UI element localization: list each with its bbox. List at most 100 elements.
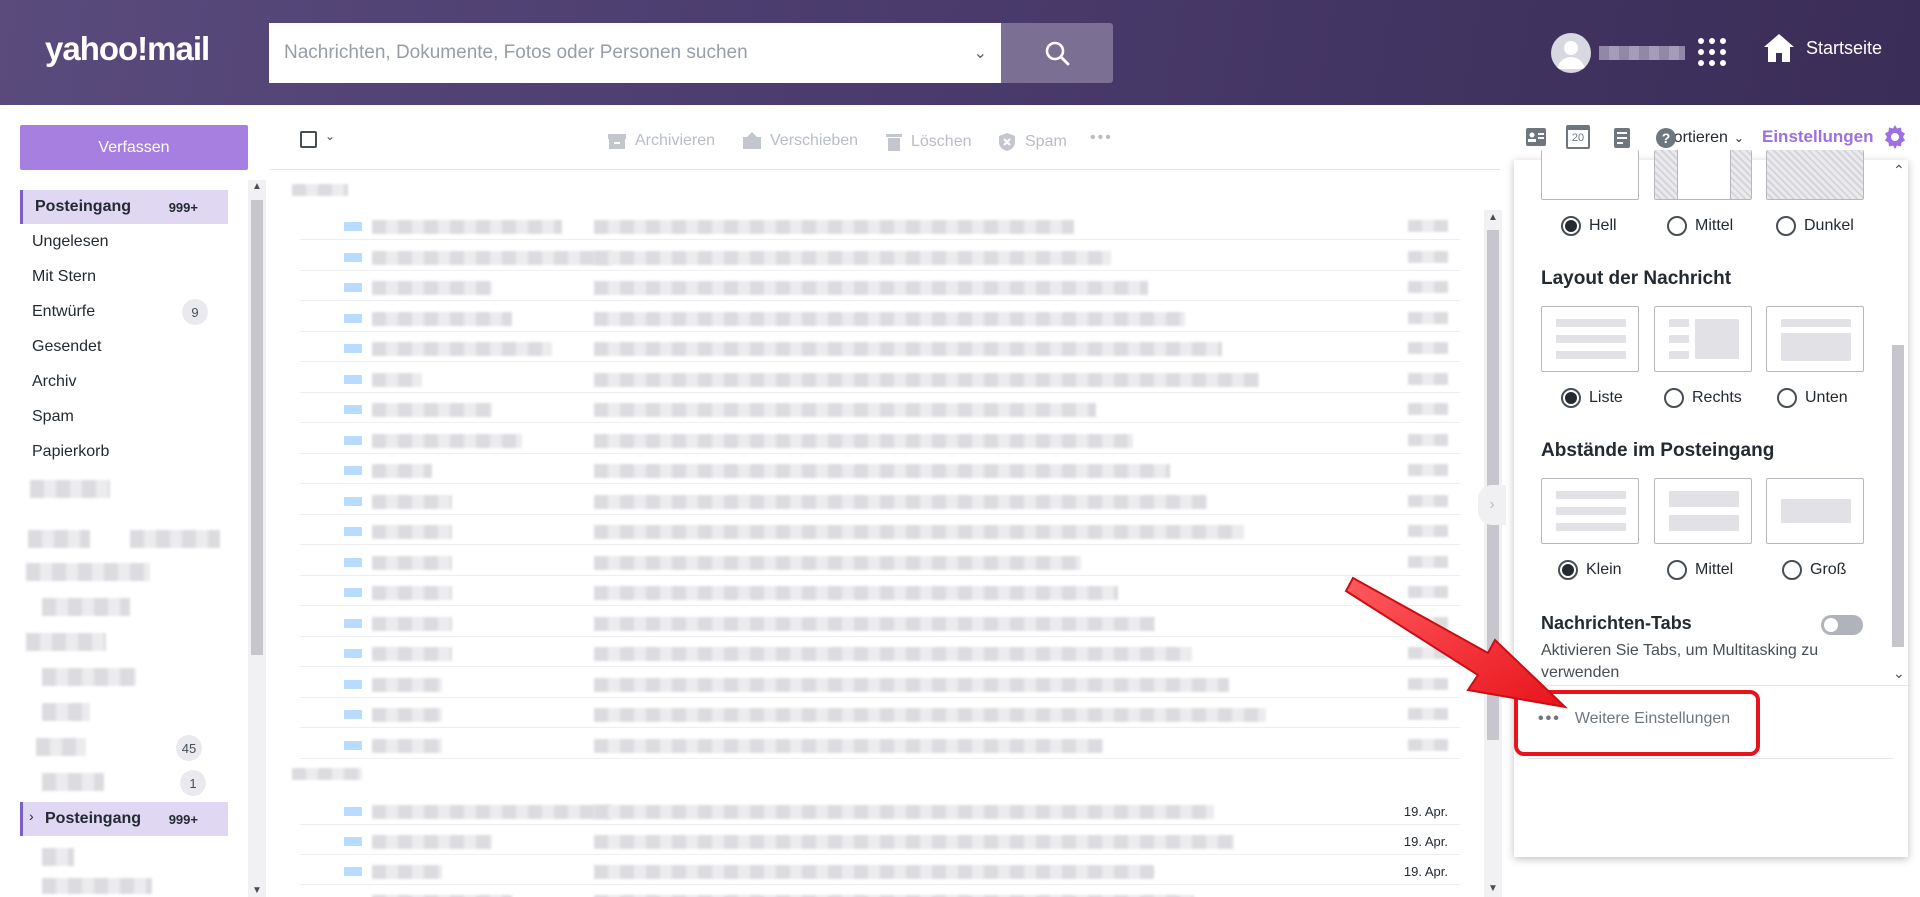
- blurred-folder[interactable]: [130, 530, 220, 548]
- table-row[interactable]: [300, 271, 1460, 301]
- theme-dark-radio[interactable]: Dunkel: [1776, 216, 1854, 236]
- table-row[interactable]: [300, 698, 1460, 728]
- spacing-small-radio[interactable]: Klein: [1558, 560, 1622, 580]
- search-input[interactable]: [269, 23, 949, 83]
- spacing-small-preview[interactable]: [1541, 478, 1639, 544]
- spacing-large-preview[interactable]: [1766, 478, 1864, 544]
- settings-scroll-up-icon[interactable]: ⌃: [1893, 162, 1905, 179]
- sidebar-scroll-thumb[interactable]: [251, 200, 263, 655]
- scroll-up-icon[interactable]: ▲: [252, 181, 262, 192]
- list-scroll-up-icon[interactable]: ▲: [1488, 212, 1498, 223]
- blurred-folder[interactable]: [42, 598, 130, 616]
- spam-button[interactable]: Spam: [997, 132, 1067, 152]
- compose-button[interactable]: Verfassen: [20, 125, 248, 170]
- scroll-down-icon[interactable]: ▼: [252, 885, 262, 896]
- theme-light-preview[interactable]: [1541, 150, 1639, 200]
- table-row[interactable]: [300, 637, 1460, 667]
- table-row[interactable]: [300, 210, 1460, 240]
- help-icon[interactable]: ?: [1655, 127, 1677, 149]
- folder-archive[interactable]: Archiv: [20, 365, 228, 399]
- folder-spam[interactable]: Spam: [20, 400, 228, 434]
- notepad-icon[interactable]: [1613, 127, 1631, 149]
- layout-list-radio[interactable]: Liste: [1561, 388, 1623, 408]
- expand-chevron-icon[interactable]: ›: [29, 808, 34, 824]
- yahoo-mail-logo[interactable]: yahoo!mail: [45, 30, 210, 68]
- blurred-folder[interactable]: [42, 773, 104, 791]
- table-row[interactable]: [300, 332, 1460, 362]
- tabs-toggle[interactable]: [1821, 615, 1863, 635]
- blurred-date-group-header: [292, 184, 348, 196]
- home-link[interactable]: Startseite: [1762, 32, 1882, 64]
- avatar[interactable]: [1551, 33, 1591, 73]
- blurred-folder[interactable]: [42, 668, 136, 686]
- blurred-folder[interactable]: [26, 563, 150, 581]
- folder-sent[interactable]: Gesendet: [20, 330, 228, 364]
- folder-drafts[interactable]: Entwürfe 9: [20, 295, 228, 329]
- folder-inbox[interactable]: Posteingang 999+: [20, 190, 228, 224]
- layout-right-radio[interactable]: Rechts: [1664, 388, 1742, 408]
- blurred-folder[interactable]: [36, 738, 86, 756]
- theme-dark-preview[interactable]: [1766, 150, 1864, 200]
- folder-unread[interactable]: Ungelesen: [20, 225, 228, 259]
- blurred-folder[interactable]: [42, 848, 74, 866]
- table-row[interactable]: 19. Apr.: [300, 795, 1460, 825]
- layout-bottom-radio[interactable]: Unten: [1777, 388, 1848, 408]
- folder-starred[interactable]: Mit Stern: [20, 260, 228, 294]
- table-row[interactable]: [300, 607, 1460, 637]
- apps-grid-icon[interactable]: [1696, 36, 1728, 68]
- theme-medium-preview[interactable]: [1654, 150, 1752, 200]
- table-row[interactable]: [300, 454, 1460, 484]
- blurred-folder[interactable]: [26, 633, 106, 651]
- theme-light-radio[interactable]: Hell: [1561, 216, 1617, 236]
- search-options-chevron-icon[interactable]: ⌄: [974, 43, 987, 63]
- table-row[interactable]: [300, 576, 1460, 606]
- select-menu-chevron-icon[interactable]: ⌄: [325, 129, 335, 143]
- user-icon: [1557, 41, 1585, 69]
- table-row[interactable]: [300, 363, 1460, 393]
- folder-inbox-secondary[interactable]: › Posteingang 999+: [20, 802, 228, 836]
- contacts-icon[interactable]: [1525, 127, 1547, 147]
- table-row[interactable]: [300, 885, 1460, 897]
- blurred-folder[interactable]: [42, 878, 152, 894]
- table-row[interactable]: [300, 546, 1460, 576]
- settings-scroll-down-icon[interactable]: ⌄: [1893, 665, 1905, 682]
- more-actions-button[interactable]: •••: [1090, 129, 1113, 147]
- blurred-folder[interactable]: [42, 703, 90, 721]
- move-button[interactable]: Verschieben: [742, 132, 858, 150]
- table-row[interactable]: 19. Apr.: [300, 825, 1460, 855]
- spacing-medium-radio[interactable]: Mittel: [1667, 560, 1733, 580]
- list-scroll-down-icon[interactable]: ▼: [1488, 883, 1498, 894]
- table-row[interactable]: [300, 485, 1460, 515]
- blurred-subject: [594, 311, 1185, 326]
- collapse-panel-chevron-icon[interactable]: ›: [1478, 485, 1506, 525]
- blurred-subject: [594, 464, 1170, 478]
- table-row[interactable]: [300, 302, 1460, 332]
- layout-right-preview[interactable]: [1654, 306, 1752, 372]
- spacing-medium-preview[interactable]: [1654, 478, 1752, 544]
- search-button[interactable]: [1001, 23, 1113, 83]
- unread-indicator-icon: [344, 807, 362, 816]
- radio-circle: [1776, 216, 1796, 236]
- table-row[interactable]: 19. Apr.: [300, 855, 1460, 885]
- table-row[interactable]: [300, 668, 1460, 698]
- layout-bottom-preview[interactable]: [1766, 306, 1864, 372]
- settings-scroll-thumb[interactable]: [1892, 345, 1904, 647]
- table-row[interactable]: [300, 729, 1460, 759]
- layout-list-preview[interactable]: [1541, 306, 1639, 372]
- theme-medium-radio[interactable]: Mittel: [1667, 216, 1733, 236]
- select-all-checkbox[interactable]: [300, 131, 317, 148]
- table-row[interactable]: [300, 393, 1460, 423]
- blurred-folder[interactable]: [28, 530, 90, 548]
- message-date: 19. Apr.: [1403, 834, 1448, 849]
- settings-button[interactable]: Einstellungen: [1762, 125, 1907, 149]
- folder-trash[interactable]: Papierkorb: [20, 435, 228, 469]
- calendar-icon[interactable]: 20: [1566, 125, 1590, 149]
- archive-button[interactable]: Archivieren: [607, 132, 715, 150]
- spacing-large-radio[interactable]: Groß: [1782, 560, 1846, 580]
- table-row[interactable]: [300, 241, 1460, 271]
- blurred-folder[interactable]: [30, 480, 110, 498]
- username-redacted[interactable]: [1599, 46, 1685, 60]
- table-row[interactable]: [300, 515, 1460, 545]
- table-row[interactable]: [300, 424, 1460, 454]
- delete-button[interactable]: Löschen: [885, 132, 972, 152]
